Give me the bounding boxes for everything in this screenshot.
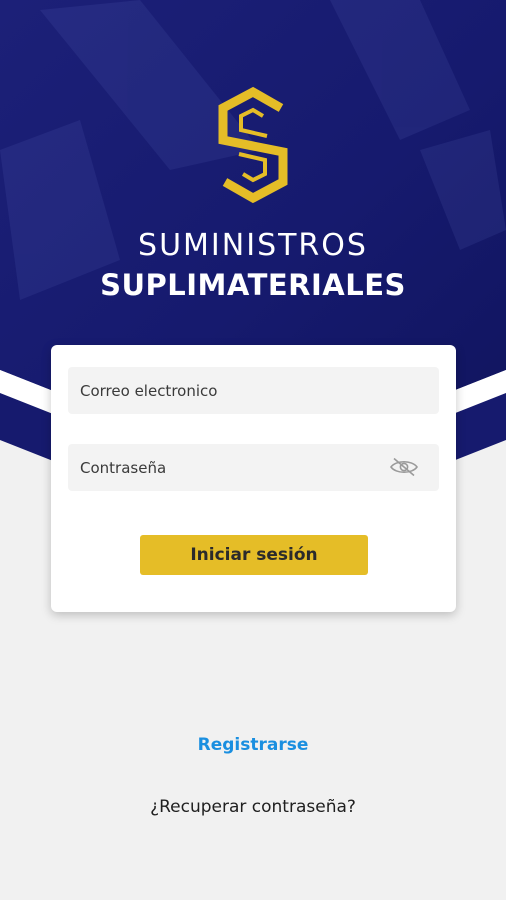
login-button[interactable]: Iniciar sesión	[140, 535, 368, 575]
recover-password-link[interactable]: ¿Recuperar contraseña?	[0, 797, 506, 817]
eye-slash-icon[interactable]	[389, 457, 419, 477]
password-placeholder: Contraseña	[80, 458, 167, 477]
password-field[interactable]: Contraseña	[68, 444, 439, 491]
register-link[interactable]: Registrarse	[0, 735, 506, 755]
email-field[interactable]: Correo electronico	[68, 367, 439, 414]
brand-name-line1: SUMINISTROS	[138, 228, 368, 263]
login-card: Correo electronico Contraseña Iniciar se…	[51, 345, 456, 612]
double-s-logo-icon	[215, 86, 291, 204]
email-placeholder: Correo electronico	[80, 381, 218, 400]
brand-name-line2: SUPLIMATERIALES	[100, 268, 406, 302]
